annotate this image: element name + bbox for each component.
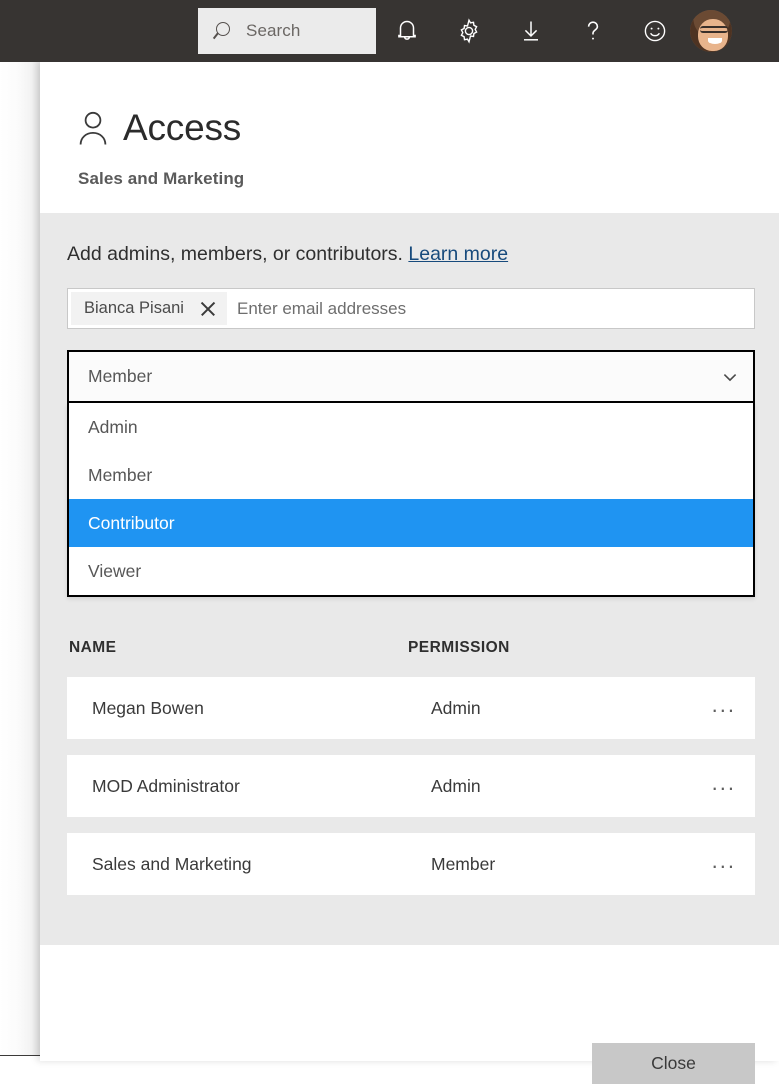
background-divider [0,368,40,369]
recipient-chip[interactable]: Bianca Pisani [71,292,227,325]
background-row-accent [26,482,40,483]
invite-instruction: Add admins, members, or contributors. Le… [67,243,508,266]
search-box[interactable]: Search [198,8,376,54]
learn-more-link[interactable]: Learn more [408,243,508,265]
page-title: Access [123,109,241,146]
close-x-icon[interactable] [198,299,218,319]
background-divider [0,684,40,685]
member-table-body: Megan Bowen Admin ... MOD Administrator … [67,677,755,911]
role-select[interactable]: Member [67,350,755,403]
member-permission: Admin [431,698,481,719]
role-option-label: Member [88,465,152,486]
settings-gear-icon[interactable] [438,0,500,62]
recipient-name: Bianca Pisani [84,299,184,318]
person-icon [77,110,109,146]
background-thumbnail-icon [27,185,41,200]
background-row-accent [26,403,40,404]
member-permission: Admin [431,776,481,797]
column-header-permission: PERMISSION [408,639,510,657]
role-option-member[interactable]: Member [69,451,753,499]
member-permission: Member [431,854,495,875]
table-row[interactable]: MOD Administrator Admin ... [67,755,755,817]
table-row[interactable]: Sales and Marketing Member ... [67,833,755,895]
role-option-contributor[interactable]: Contributor [69,499,753,547]
chevron-down-icon [721,368,739,386]
role-option-viewer[interactable]: Viewer [69,547,753,595]
member-name: MOD Administrator [92,776,240,797]
panel-body: Add admins, members, or contributors. Le… [40,213,779,945]
row-more-options-icon[interactable]: ... [712,778,736,795]
role-select-value: Member [88,366,721,387]
background-divider [0,763,40,764]
search-icon [215,21,235,41]
role-select-listbox[interactable]: Admin Member Contributor Viewer [67,403,755,597]
panel-subtitle: Sales and Marketing [78,169,244,189]
panel-footer: Close [40,945,779,1061]
background-divider [0,447,40,448]
background-row-accent [26,719,40,720]
suite-header-bar: Search [0,0,779,62]
email-picker[interactable]: Bianca Pisani [67,288,755,329]
close-button[interactable]: Close [592,1043,755,1084]
table-row[interactable]: Megan Bowen Admin ... [67,677,755,739]
download-icon[interactable] [500,0,562,62]
invite-instruction-text: Add admins, members, or contributors. [67,243,403,265]
row-more-options-icon[interactable]: ... [712,700,736,717]
email-input[interactable] [237,292,751,325]
avatar-glasses [700,26,728,33]
panel-header: Access Sales and Marketing [40,62,779,213]
avatar-face [698,19,728,51]
search-placeholder: Search [246,21,300,41]
background-divider [0,526,40,527]
user-avatar[interactable] [690,10,732,52]
member-name: Megan Bowen [92,698,204,719]
feedback-smiley-icon[interactable] [624,0,686,62]
access-panel: Access Sales and Marketing Add admins, m… [40,62,779,1061]
role-option-admin[interactable]: Admin [69,403,753,451]
background-divider [0,605,40,606]
notifications-icon[interactable] [376,0,438,62]
help-question-icon[interactable] [562,0,624,62]
role-option-label: Admin [88,417,138,438]
background-row-accent [26,640,40,641]
panel-title-row: Access [77,109,241,146]
suite-bar-left-spacer [0,0,198,62]
row-more-options-icon[interactable]: ... [712,856,736,873]
background-row-accent [26,561,40,562]
member-table-header: NAME PERMISSION [67,639,755,667]
column-header-name: NAME [69,639,116,657]
member-name: Sales and Marketing [92,854,252,875]
role-option-label: Viewer [88,561,141,582]
background-divider [0,214,40,215]
role-option-label: Contributor [88,513,175,534]
